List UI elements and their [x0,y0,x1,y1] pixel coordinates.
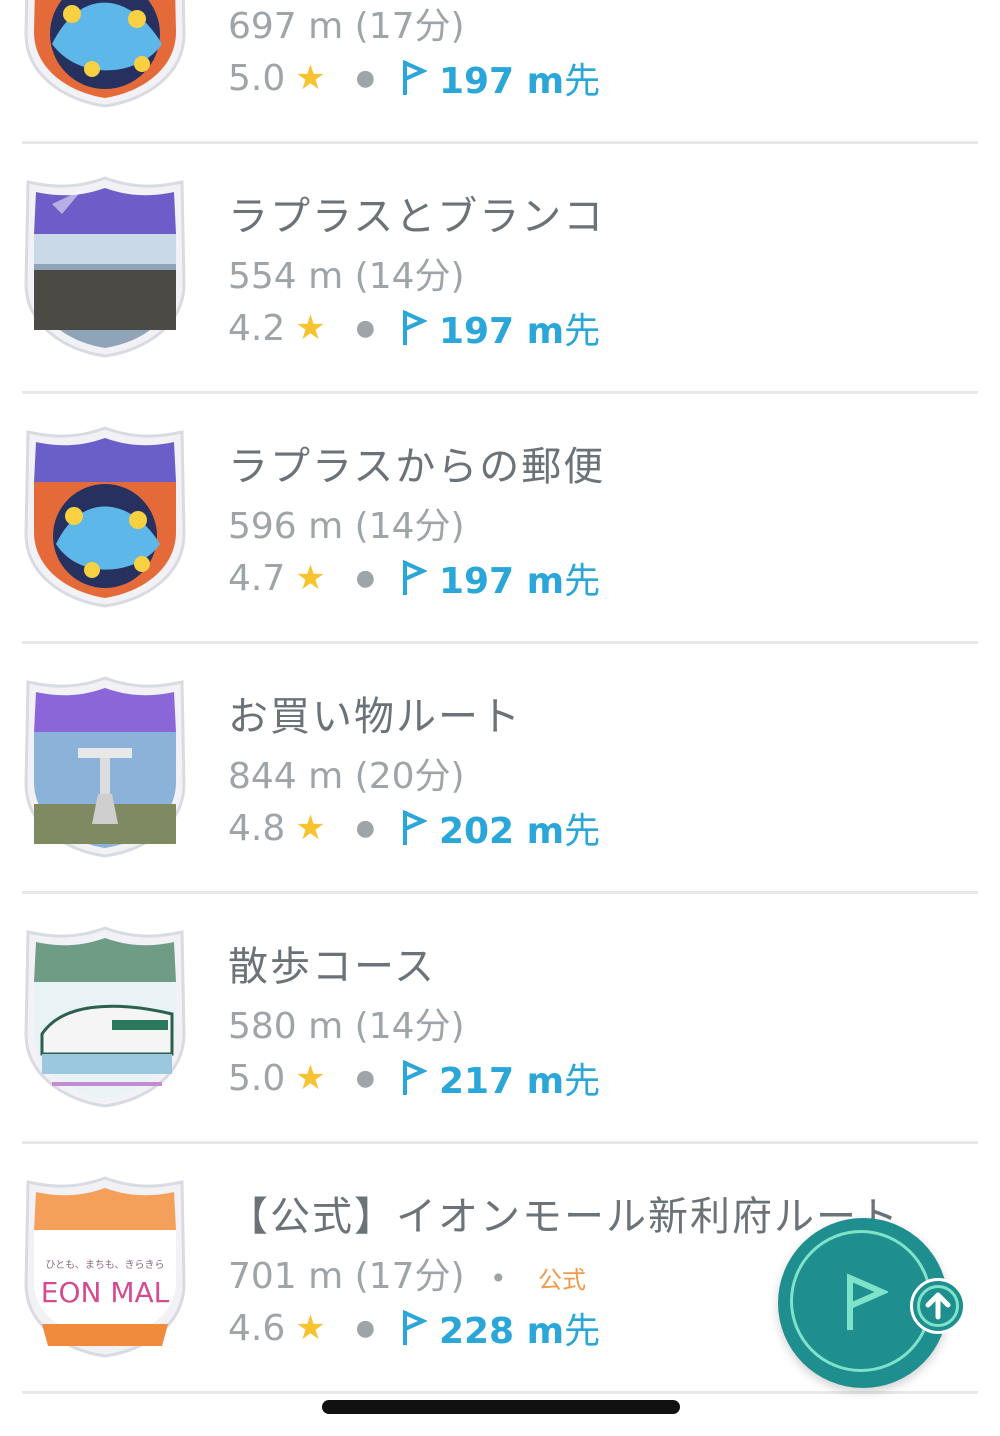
flag-icon [402,1059,427,1095]
flag-icon [402,559,427,595]
flag-icon [402,1309,427,1345]
route-item[interactable]: お買い物ルート 844 m (20分) 4.8 ★ ● 202 m先 [22,644,978,894]
distance-ahead: 202 m先 [438,811,601,852]
route-item[interactable]: 散歩コース 580 m (14分) 5.0 ★ ● 217 m先 [22,894,978,1144]
route-title: ラプラスからの郵便 [228,444,606,490]
route-distance: 580 m (14分) [228,1006,465,1047]
star-icon: ★ [295,808,326,848]
route-badge [22,0,188,110]
route-meta: 4.6 ★ ● 228 m先 [228,1302,600,1354]
route-item[interactable]: 697 m (17分) 5.0 ★ ● 197 m先 [22,0,978,144]
star-icon: ★ [295,58,326,98]
flag-icon [402,809,427,845]
route-meta: 4.8 ★ ● 202 m先 [228,802,600,854]
separator-dot: • [490,1262,507,1295]
official-label: 公式 [538,1266,586,1294]
separator-dot: ● [355,565,375,591]
route-meta: 4.7 ★ ● 197 m先 [228,552,600,604]
route-title: 【公式】イオンモール新利府ルート [228,1194,900,1240]
arrow-up-icon [925,1292,951,1320]
route-title: 散歩コース [228,944,436,990]
distance-ahead: 228 m先 [438,1311,601,1352]
route-meta: 5.0 ★ ● 217 m先 [228,1052,600,1104]
route-rating: 4.2 [228,307,286,349]
separator-dot: ● [355,65,375,91]
star-icon: ★ [295,308,326,348]
route-rating: 4.8 [228,807,286,849]
fab-mini-badge[interactable] [910,1278,966,1334]
svg-text:ひとも、まちも、きらきら: ひとも、まちも、きらきら [45,1259,164,1271]
separator-dot: ● [355,815,375,841]
route-badge: ひとも、まちも、きらきら EON MAL [22,1174,188,1360]
flag-icon [402,59,427,95]
route-fab-button[interactable] [778,1218,966,1388]
distance-ahead: 217 m先 [438,1061,601,1102]
route-flag-icon [847,1273,888,1330]
route-rating: 5.0 [228,57,286,99]
route-rating: 5.0 [228,1057,286,1099]
route-title: お買い物ルート [228,694,522,740]
distance-ahead: 197 m先 [438,561,601,602]
route-meta: 4.2 ★ ● 197 m先 [228,302,600,354]
separator-dot: ● [355,1315,375,1341]
route-distance: 701 m (17分) [228,1256,465,1297]
route-distance: 844 m (20分) [228,756,465,797]
distance-ahead: 197 m先 [438,61,601,102]
route-distance: 697 m (17分) [228,6,465,47]
route-rating: 4.6 [228,1307,286,1349]
route-distance-row: 701 m (17分) • 公式 [228,1247,586,1299]
flag-icon [402,309,427,345]
route-badge [22,924,188,1110]
distance-ahead: 197 m先 [438,311,601,352]
star-icon: ★ [295,1308,326,1348]
route-badge [22,424,188,610]
separator-dot: ● [355,1065,375,1091]
star-icon: ★ [295,558,326,598]
route-badge [22,174,188,360]
separator-dot: ● [355,315,375,341]
route-rating: 4.7 [228,557,286,599]
star-icon: ★ [295,1058,326,1098]
route-distance: 596 m (14分) [228,506,465,547]
route-meta: 5.0 ★ ● 197 m先 [228,52,600,104]
route-badge [22,674,188,860]
route-distance: 554 m (14分) [228,256,465,297]
route-item[interactable]: ラプラスからの郵便 596 m (14分) 4.7 ★ ● 197 m先 [22,394,978,644]
route-item[interactable]: ラプラスとブランコ 554 m (14分) 4.2 ★ ● 197 m先 [22,144,978,394]
svg-text:EON MAL: EON MAL [41,1276,170,1309]
route-title: ラプラスとブランコ [228,194,606,240]
home-indicator[interactable] [322,1400,680,1414]
